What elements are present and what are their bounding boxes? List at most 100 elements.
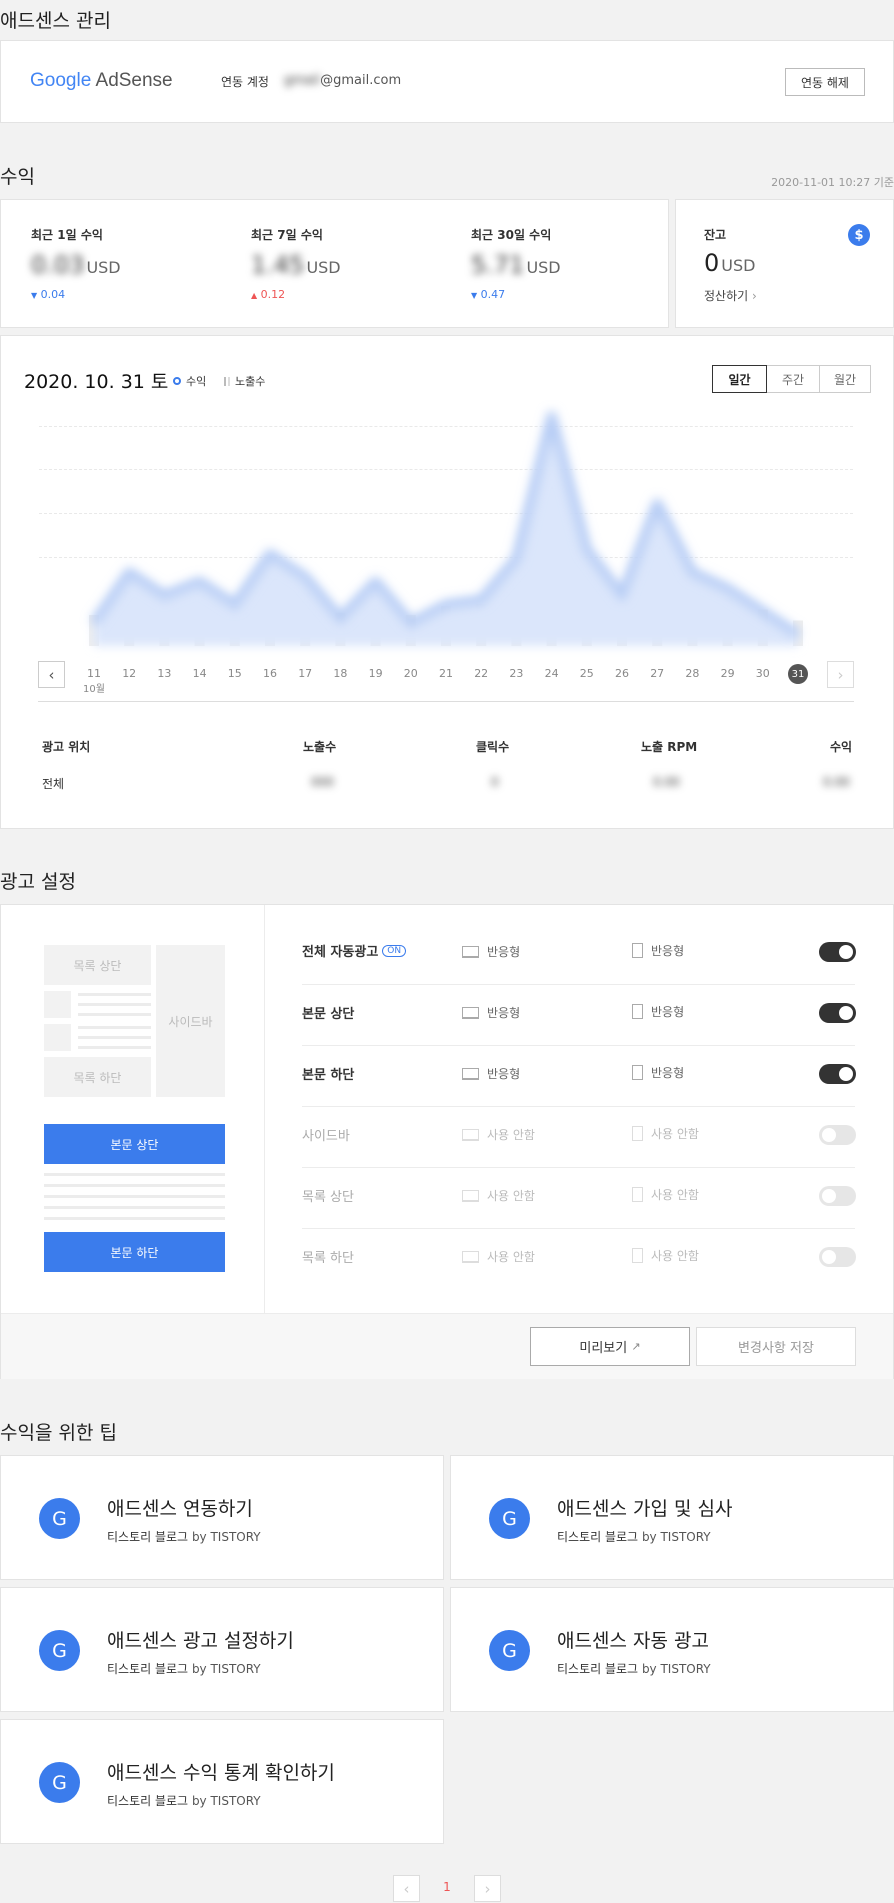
x-tick-label[interactable]: 13	[151, 667, 177, 680]
revenue-area	[94, 416, 798, 646]
x-tick-label[interactable]: 15	[222, 667, 248, 680]
mobile-icon	[632, 1187, 643, 1202]
row-body-bottom-pc: 반응형	[462, 1065, 520, 1082]
monitor-icon	[462, 1250, 479, 1263]
row-list-top-toggle[interactable]	[819, 1186, 856, 1206]
stat-7d-delta: ▲ 0.12	[251, 288, 285, 301]
balance-value: 0 USD	[704, 249, 755, 277]
x-tick-label[interactable]: 11	[81, 667, 107, 680]
settle-link[interactable]: 정산하기 ›	[704, 287, 757, 304]
pagination-prev[interactable]: ‹	[393, 1875, 420, 1902]
row-list-bottom-toggle[interactable]	[819, 1247, 856, 1267]
row-auto-ads-label: 전체 자동광고 ON	[302, 941, 407, 960]
tip-card[interactable]: G 애드센스 가입 및 심사 티스토리 블로그 by TISTORY	[450, 1455, 894, 1580]
row-sidebar-toggle[interactable]	[819, 1125, 856, 1145]
tip-card[interactable]: G 애드센스 광고 설정하기 티스토리 블로그 by TISTORY	[0, 1587, 444, 1712]
monitor-icon	[462, 1006, 479, 1019]
tip-source: 티스토리 블로그 by TISTORY	[107, 1660, 261, 1677]
pagination-next[interactable]: ›	[474, 1875, 501, 1902]
tip-card[interactable]: G 애드센스 자동 광고 티스토리 블로그 by TISTORY	[450, 1587, 894, 1712]
x-tick-label[interactable]: 23	[503, 667, 529, 680]
layout-list-bottom: 목록 하단	[44, 1057, 151, 1097]
tip-card[interactable]: G 애드센스 수익 통계 확인하기 티스토리 블로그 by TISTORY	[0, 1719, 444, 1844]
x-tick-label[interactable]: 24	[539, 667, 565, 680]
preview-button[interactable]: 미리보기 ↗	[530, 1327, 690, 1366]
row-auto-ads-pc-label: 반응형	[487, 945, 521, 959]
row-body-top-toggle[interactable]	[819, 1003, 856, 1023]
row-body-bottom-toggle[interactable]	[819, 1064, 856, 1084]
x-tick-label[interactable]: 16	[257, 667, 283, 680]
x-tick-label[interactable]: 25	[574, 667, 600, 680]
x-tick-label[interactable]: 27	[644, 667, 670, 680]
stat-1d-delta: ▼ 0.04	[31, 288, 65, 301]
tip-by: by TISTORY	[641, 1530, 711, 1544]
disconnect-button[interactable]: 연동 해제	[785, 68, 865, 96]
g-icon: G	[39, 1630, 80, 1671]
x-tick-label[interactable]: 21	[433, 667, 459, 680]
row-auto-ads-toggle[interactable]	[819, 942, 856, 962]
adsense-logo: Google AdSense	[30, 70, 173, 92]
row-sidebar-pc: 사용 안함	[462, 1126, 535, 1143]
x-tick-label[interactable]: 31	[788, 664, 808, 684]
chart-prev-button[interactable]: ‹	[38, 661, 65, 688]
revenue-stats-card: 최근 1일 수익 0.03 USD ▼ 0.04 최근 7일 수익 1.45 USD…	[0, 199, 669, 328]
table-header-clicks: 클릭수	[476, 740, 510, 754]
tip-by: by TISTORY	[191, 1530, 261, 1544]
settle-link-label: 정산하기	[704, 289, 749, 303]
table-header-position: 광고 위치	[42, 740, 91, 754]
stat-1d-value: 0.03 USD	[31, 251, 121, 279]
toggle-knob	[822, 1128, 836, 1142]
layout-line	[44, 1195, 225, 1198]
row-auto-ads-text: 전체 자동광고	[302, 945, 379, 960]
row-body-top-pc-label: 반응형	[487, 1006, 521, 1020]
x-tick-label[interactable]: 26	[609, 667, 635, 680]
row-body-bottom-pc-label: 반응형	[487, 1067, 521, 1081]
row-list-top-pc: 사용 안함	[462, 1187, 535, 1204]
stat-30d-delta: ▼ 0.47	[471, 288, 505, 301]
table-cell-revenue: 0.00	[823, 775, 850, 789]
g-icon: G	[489, 1498, 530, 1539]
toggle-knob	[822, 1189, 836, 1203]
row-auto-ads-mobile-label: 반응형	[651, 944, 685, 958]
g-icon: G	[39, 1498, 80, 1539]
save-changes-button[interactable]: 변경사항 저장	[696, 1327, 856, 1366]
x-tick-label[interactable]: 18	[327, 667, 353, 680]
chevron-right-icon: ›	[752, 289, 757, 303]
stat-30d-unit: USD	[526, 258, 561, 277]
x-tick-label[interactable]: 28	[679, 667, 705, 680]
row-auto-ads-pc: 반응형	[462, 943, 520, 960]
row-list-top-mobile-label: 사용 안함	[651, 1188, 699, 1202]
toggle-knob	[822, 1250, 836, 1264]
x-tick-label[interactable]: 30	[750, 667, 776, 680]
table-header-rpm: 노출 RPM	[641, 740, 698, 754]
g-icon: G	[489, 1630, 530, 1671]
stat-30d-label: 최근 30일 수익	[471, 228, 552, 242]
x-tick-label[interactable]: 17	[292, 667, 318, 680]
x-tick-label[interactable]: 19	[363, 667, 389, 680]
row-sidebar-pc-label: 사용 안함	[487, 1128, 535, 1142]
x-tick-label[interactable]: 12	[116, 667, 142, 680]
x-tick-label[interactable]: 14	[187, 667, 213, 680]
row-body-top-pc: 반응형	[462, 1004, 520, 1021]
row-list-bottom-pc-label: 사용 안함	[487, 1250, 535, 1264]
tip-source: 티스토리 블로그 by TISTORY	[557, 1528, 711, 1545]
stat-30d-value: 5.71 USD	[471, 251, 561, 279]
tab-daily[interactable]: 일간	[712, 365, 767, 393]
preview-button-label: 미리보기	[579, 1341, 628, 1356]
chart-next-button[interactable]: ›	[827, 661, 854, 688]
row-list-bottom-label: 목록 하단	[302, 1251, 354, 1266]
monitor-icon	[462, 1189, 479, 1202]
layout-line	[78, 1026, 151, 1029]
x-tick-label[interactable]: 20	[398, 667, 424, 680]
balance-label: 잔고	[704, 228, 727, 242]
row-list-bottom-mobile: 사용 안함	[632, 1247, 699, 1264]
table-header-revenue: 수익	[830, 740, 853, 754]
row-body-top-mobile-label: 반응형	[651, 1005, 685, 1019]
tip-source: 티스토리 블로그 by TISTORY	[107, 1792, 261, 1809]
adsense-logo-text: AdSense	[95, 70, 173, 91]
pagination-current[interactable]: 1	[437, 1880, 457, 1894]
table-cell-rpm: 0.00	[653, 775, 680, 789]
tip-card[interactable]: G 애드센스 연동하기 티스토리 블로그 by TISTORY	[0, 1455, 444, 1580]
x-tick-label[interactable]: 29	[715, 667, 741, 680]
x-tick-label[interactable]: 22	[468, 667, 494, 680]
